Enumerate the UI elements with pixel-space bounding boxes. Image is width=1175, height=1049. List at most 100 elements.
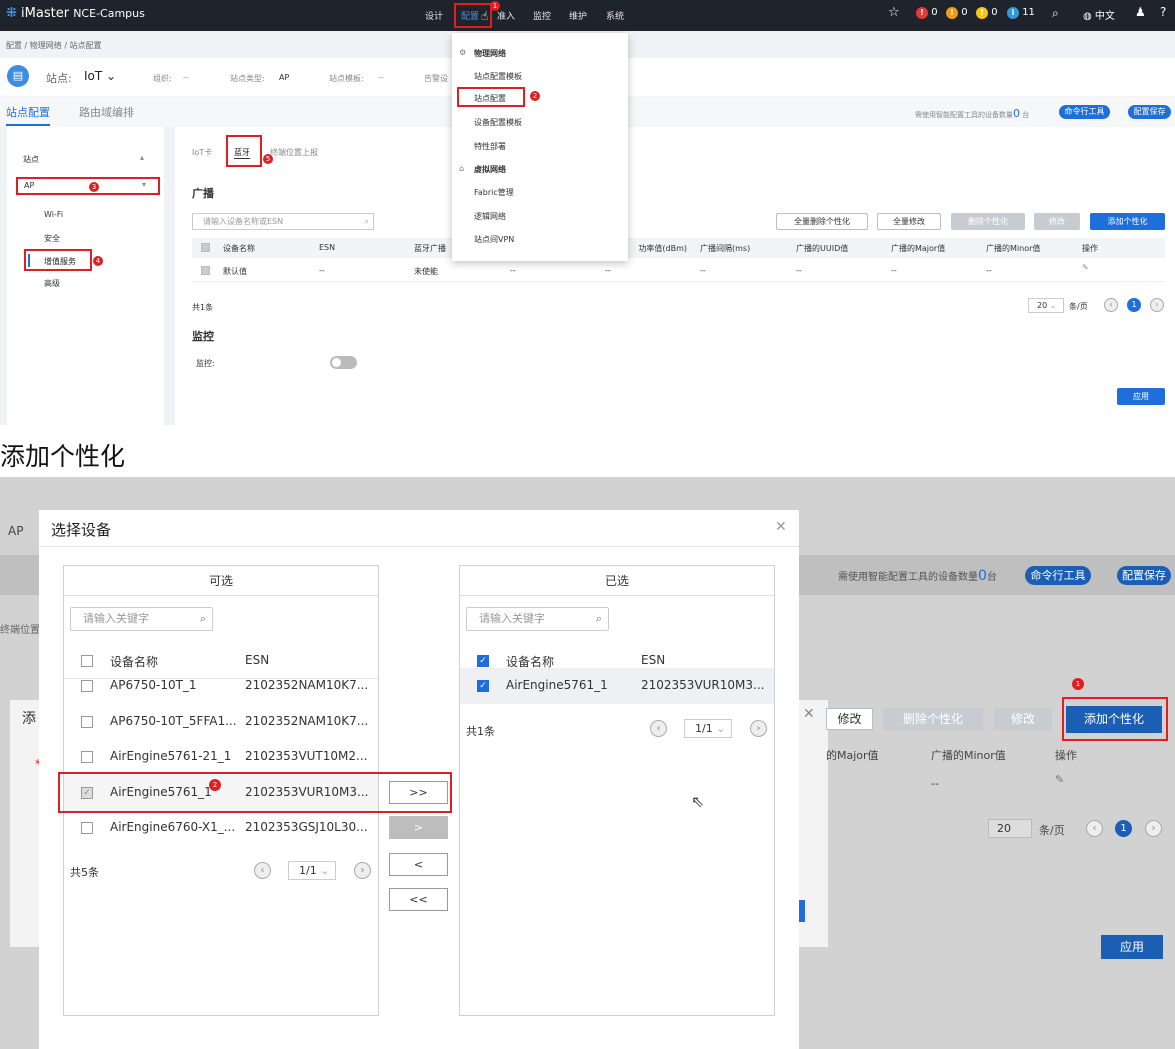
row-checkbox[interactable] bbox=[201, 266, 210, 275]
tab-route-domain[interactable]: 路由域编排 bbox=[79, 104, 134, 120]
selected-search-input[interactable]: 请输入关键字 ⌕ bbox=[466, 607, 609, 631]
selected-select-all-checkbox[interactable]: ✓ bbox=[477, 655, 489, 667]
item-esn: 2102352NAM10K7... bbox=[245, 678, 369, 692]
delete-custom-button[interactable]: 删除个性化 bbox=[951, 213, 1025, 230]
current-page[interactable]: 1 bbox=[1127, 298, 1141, 312]
nav-monitor[interactable]: 监控 bbox=[533, 9, 551, 22]
selected-prev-icon[interactable]: ‹ bbox=[650, 720, 667, 737]
nav-system[interactable]: 系统 bbox=[606, 9, 624, 22]
next-page-icon[interactable]: › bbox=[1150, 298, 1164, 312]
selected-page: 1/1 bbox=[695, 722, 713, 735]
menu-item-feature-deploy[interactable]: 特性部署 bbox=[474, 141, 506, 152]
menu-item-device-template[interactable]: 设备配置模板 bbox=[474, 117, 522, 128]
ap-selector[interactable]: AP ▾ bbox=[16, 177, 160, 195]
nav-item-advanced[interactable]: 高级 bbox=[44, 278, 60, 289]
menu-item-site-config[interactable]: 站点配置 bbox=[457, 87, 525, 107]
menu-item-logic-network[interactable]: 逻辑网络 bbox=[474, 211, 506, 222]
device-search-input[interactable]: 请输入设备名称或ESN ⌕ bbox=[192, 213, 374, 230]
selected-item-checkbox[interactable]: ✓ bbox=[477, 680, 489, 692]
add-custom-button[interactable]: 添加个性化 bbox=[1090, 213, 1165, 230]
modify-button[interactable]: 修改 bbox=[1034, 213, 1080, 230]
col-uuid[interactable]: 广播的UUID值 bbox=[796, 243, 848, 254]
selected-title: 已选 bbox=[460, 566, 774, 596]
selected-item[interactable]: ✓ AirEngine5761_1 2102353VUR10M3... bbox=[460, 668, 774, 704]
available-select-all-checkbox[interactable] bbox=[81, 655, 93, 667]
available-page-select[interactable]: 1/1 ⌄ bbox=[288, 861, 336, 880]
list-item[interactable]: AP6750-10T_1 2102352NAM10K7... bbox=[64, 668, 378, 704]
subtab-bluetooth[interactable]: 蓝牙 bbox=[226, 135, 262, 167]
bg-page-size: 20 bbox=[988, 819, 1032, 838]
highlight-device-row bbox=[58, 772, 452, 813]
col-interval[interactable]: 广播间隔(ms) bbox=[700, 243, 750, 254]
bg-page-size-value: 20 bbox=[997, 822, 1011, 835]
col-device-name[interactable]: 设备名称 bbox=[223, 243, 255, 254]
cell-minor: -- bbox=[986, 266, 992, 275]
bg-location-label: 终端位置 bbox=[0, 625, 40, 636]
major-alarm-icon: ! bbox=[946, 7, 958, 19]
menu-item-site-template[interactable]: 站点配置模板 bbox=[474, 71, 522, 82]
col-bt-broadcast[interactable]: 蓝牙广播 bbox=[414, 243, 446, 254]
site-selector[interactable]: IoT ⌄ bbox=[84, 69, 116, 83]
user-icon[interactable]: ♟ bbox=[1135, 5, 1146, 19]
delete-all-custom-button[interactable]: 全量删除个性化 bbox=[776, 213, 868, 230]
nav-admission[interactable]: 准入 bbox=[497, 9, 515, 22]
modify-all-button[interactable]: 全量修改 bbox=[877, 213, 941, 230]
table-row[interactable]: 默认值 -- 未使能 -- -- -- -- -- -- ✎ bbox=[192, 260, 1165, 282]
list-item[interactable]: AirEngine6760-X1_... 2102353GSJ10L30... bbox=[64, 810, 378, 846]
critical-alarm-icon: ! bbox=[916, 7, 928, 19]
item-checkbox[interactable] bbox=[81, 680, 93, 692]
search-icon[interactable]: ⌕ bbox=[1052, 6, 1059, 21]
move-left-button[interactable]: < bbox=[389, 853, 448, 876]
item-checkbox[interactable] bbox=[81, 716, 93, 728]
nav-design[interactable]: 设计 bbox=[425, 9, 443, 22]
item-checkbox[interactable] bbox=[81, 822, 93, 834]
item-checkbox[interactable] bbox=[81, 751, 93, 763]
breadcrumb: 配置 / 物理网络 / 站点配置 bbox=[6, 41, 102, 50]
nav-item-wifi[interactable]: Wi-Fi bbox=[44, 210, 63, 219]
language-switch[interactable]: ◍ 中文 bbox=[1083, 7, 1115, 22]
star-icon[interactable]: ☆ bbox=[888, 5, 900, 20]
list-item[interactable]: AirEngine5761-21_1 2102353VUT10M2... bbox=[64, 739, 378, 775]
monitor-toggle[interactable] bbox=[330, 356, 357, 369]
available-next-icon[interactable]: › bbox=[354, 862, 371, 879]
highlight-add-custom bbox=[1062, 697, 1168, 741]
col-minor[interactable]: 广播的Minor值 bbox=[986, 243, 1040, 254]
selected-page-select[interactable]: 1/1 ⌄ bbox=[684, 719, 732, 738]
info-alarm[interactable]: i 11 bbox=[1007, 7, 1035, 19]
subtab-iot-card[interactable]: IoT卡 bbox=[192, 147, 212, 158]
col-esn[interactable]: ESN bbox=[319, 243, 335, 252]
nav-item-value-added[interactable]: 增值服务 bbox=[24, 249, 92, 271]
nav-maintain[interactable]: 维护 bbox=[569, 9, 587, 22]
cmd-tool-button[interactable]: 命令行工具 bbox=[1059, 105, 1110, 119]
available-prev-icon[interactable]: ‹ bbox=[254, 862, 271, 879]
edit-pencil-icon[interactable]: ✎ bbox=[1082, 263, 1089, 272]
selected-next-icon[interactable]: › bbox=[750, 720, 767, 737]
available-col-esn: ESN bbox=[245, 653, 270, 667]
bg-device-unit: 台 bbox=[986, 572, 997, 583]
bg-close-icon: ✕ bbox=[803, 706, 815, 722]
menu-item-fabric[interactable]: Fabric管理 bbox=[474, 187, 514, 198]
nav-item-security[interactable]: 安全 bbox=[44, 233, 60, 244]
device-count[interactable]: 0 bbox=[1013, 107, 1020, 120]
save-config-button[interactable]: 配置保存 bbox=[1128, 105, 1171, 119]
col-major[interactable]: 广播的Major值 bbox=[891, 243, 945, 254]
major-alarm[interactable]: ! 0 bbox=[946, 7, 968, 19]
apply-button[interactable]: 应用 bbox=[1117, 388, 1165, 405]
list-item[interactable]: AP6750-10T_5FFA1... 2102352NAM10K7... bbox=[64, 704, 378, 740]
close-icon[interactable]: ✕ bbox=[775, 519, 787, 535]
move-right-button[interactable]: > bbox=[389, 816, 448, 839]
site-label: 站点: bbox=[46, 72, 72, 85]
help-icon[interactable]: ? bbox=[1160, 5, 1166, 19]
select-all-checkbox[interactable] bbox=[201, 243, 210, 252]
critical-alarm[interactable]: ! 0 bbox=[916, 7, 938, 19]
minor-alarm[interactable]: ! 0 bbox=[976, 7, 998, 19]
tab-site-config[interactable]: 站点配置 bbox=[6, 104, 50, 126]
menu-item-site-vpn[interactable]: 站点间VPN bbox=[474, 234, 514, 245]
collapse-arrow-icon[interactable]: ▴ bbox=[140, 153, 144, 162]
subtab-location-report[interactable]: 终端位置上报 bbox=[270, 147, 318, 158]
move-all-left-button[interactable]: << bbox=[389, 888, 448, 911]
cell-bt-broadcast: 未使能 bbox=[414, 267, 438, 276]
prev-page-icon[interactable]: ‹ bbox=[1104, 298, 1118, 312]
page-size-select[interactable]: 20 ⌄ bbox=[1028, 298, 1064, 313]
available-search-input[interactable]: 请输入关键字 ⌕ bbox=[70, 607, 213, 631]
